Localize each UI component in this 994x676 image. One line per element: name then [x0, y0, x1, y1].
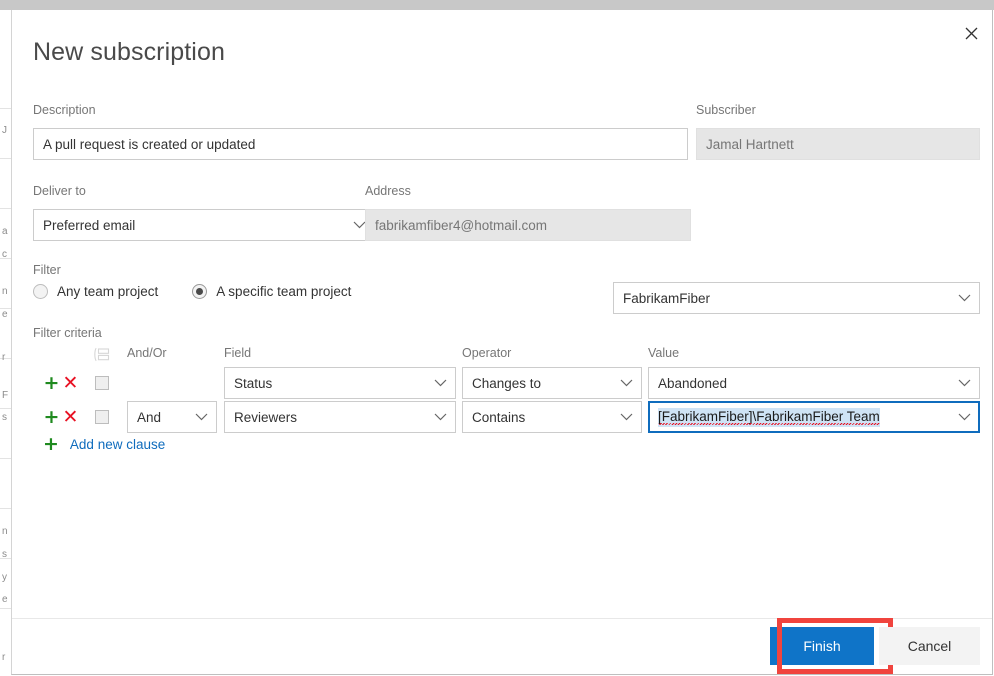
- chevron-down-icon: [620, 379, 633, 387]
- chevron-down-icon: [958, 413, 971, 421]
- delete-clause-row-button[interactable]: ✕: [62, 401, 79, 433]
- add-clause-row-button[interactable]: +: [43, 401, 60, 433]
- column-header-and-or: And/Or: [127, 346, 167, 360]
- filter-scope-radio-group: Any team project A specific team project: [33, 284, 385, 299]
- address-label: Address: [365, 184, 411, 198]
- add-clause-row-button[interactable]: +: [43, 367, 60, 399]
- value-value: [FabrikamFiber]\FabrikamFiber Team: [658, 408, 880, 427]
- cancel-button[interactable]: Cancel: [879, 627, 980, 665]
- backdrop-text-fragment: n: [2, 286, 8, 297]
- backdrop-text-fragment: r: [2, 652, 6, 663]
- chevron-down-icon: [958, 379, 971, 387]
- chevron-down-icon: [195, 413, 208, 421]
- backdrop-text-fragment: s: [2, 549, 7, 560]
- radio-specific-team-project-label: A specific team project: [216, 284, 352, 299]
- operator-dropdown[interactable]: Contains: [462, 401, 642, 433]
- group-clause-icon: [93, 347, 111, 362]
- backdrop-text-fragment: s: [2, 412, 7, 423]
- column-header-field: Field: [224, 346, 252, 360]
- row-select-checkbox[interactable]: [95, 410, 109, 424]
- deliver-to-label: Deliver to: [33, 184, 86, 198]
- operator-value: Changes to: [472, 375, 542, 391]
- chevron-down-icon: [434, 379, 447, 387]
- field-value: Status: [234, 375, 273, 391]
- row-select-checkbox[interactable]: [95, 376, 109, 390]
- operator-value: Contains: [472, 409, 526, 425]
- value-value: Abandoned: [658, 375, 728, 391]
- and-or-dropdown[interactable]: And: [127, 401, 217, 433]
- backdrop-text-fragment: c: [2, 249, 7, 260]
- deliver-to-value: Preferred email: [43, 217, 136, 233]
- delete-clause-row-button[interactable]: ✕: [62, 367, 79, 399]
- dialog-footer: Finish Cancel: [12, 618, 992, 674]
- field-value: Reviewers: [234, 409, 298, 425]
- new-subscription-dialog: New subscription Description A pull requ…: [11, 10, 993, 675]
- backdrop-text-fragment: e: [2, 594, 8, 605]
- field-dropdown[interactable]: Status: [224, 367, 456, 399]
- radio-any-team-project-label: Any team project: [57, 284, 159, 299]
- backdrop-text-fragment: r: [2, 352, 6, 363]
- field-dropdown[interactable]: Reviewers: [224, 401, 456, 433]
- close-icon[interactable]: [956, 18, 986, 48]
- description-label: Description: [33, 103, 96, 117]
- radio-any-team-project[interactable]: Any team project: [33, 284, 158, 299]
- backdrop-text-fragment: y: [2, 572, 7, 583]
- chevron-down-icon: [434, 413, 447, 421]
- team-project-value: FabrikamFiber: [623, 290, 711, 306]
- deliver-to-dropdown[interactable]: Preferred email: [33, 209, 375, 241]
- value-dropdown[interactable]: Abandoned: [648, 367, 980, 399]
- filter-label: Filter: [33, 263, 61, 277]
- add-new-clause-button[interactable]: + Add new clause: [43, 435, 165, 454]
- backdrop-text-fragment: J: [2, 125, 7, 136]
- add-new-clause-label: Add new clause: [69, 437, 166, 452]
- column-header-value: Value: [648, 346, 680, 360]
- finish-button[interactable]: Finish: [770, 627, 874, 665]
- backdrop-text-fragment: n: [2, 526, 8, 537]
- column-header-operator: Operator: [462, 346, 512, 360]
- radio-circle-icon: [33, 284, 48, 299]
- team-project-dropdown[interactable]: FabrikamFiber: [613, 282, 980, 314]
- subscriber-label: Subscriber: [696, 103, 756, 117]
- page-title: New subscription: [33, 38, 225, 66]
- radio-specific-team-project[interactable]: A specific team project: [192, 284, 351, 299]
- value-dropdown[interactable]: [FabrikamFiber]\FabrikamFiber Team: [648, 401, 980, 433]
- backdrop-text-fragment: e: [2, 309, 8, 320]
- window-top-chrome: [0, 0, 994, 10]
- address-input: fabrikamfiber4@hotmail.com: [365, 209, 691, 241]
- chevron-down-icon: [620, 413, 633, 421]
- chevron-down-icon: [958, 294, 971, 302]
- filter-criteria-label: Filter criteria: [33, 326, 102, 340]
- radio-circle-selected-icon: [192, 284, 208, 299]
- subscriber-input: Jamal Hartnett: [696, 128, 980, 160]
- plus-icon: +: [43, 433, 59, 455]
- and-or-value: And: [137, 409, 162, 425]
- description-input[interactable]: A pull request is created or updated: [33, 128, 688, 160]
- operator-dropdown[interactable]: Changes to: [462, 367, 642, 399]
- backdrop-text-fragment: a: [2, 226, 8, 237]
- backdrop-text-fragment: F: [2, 390, 9, 401]
